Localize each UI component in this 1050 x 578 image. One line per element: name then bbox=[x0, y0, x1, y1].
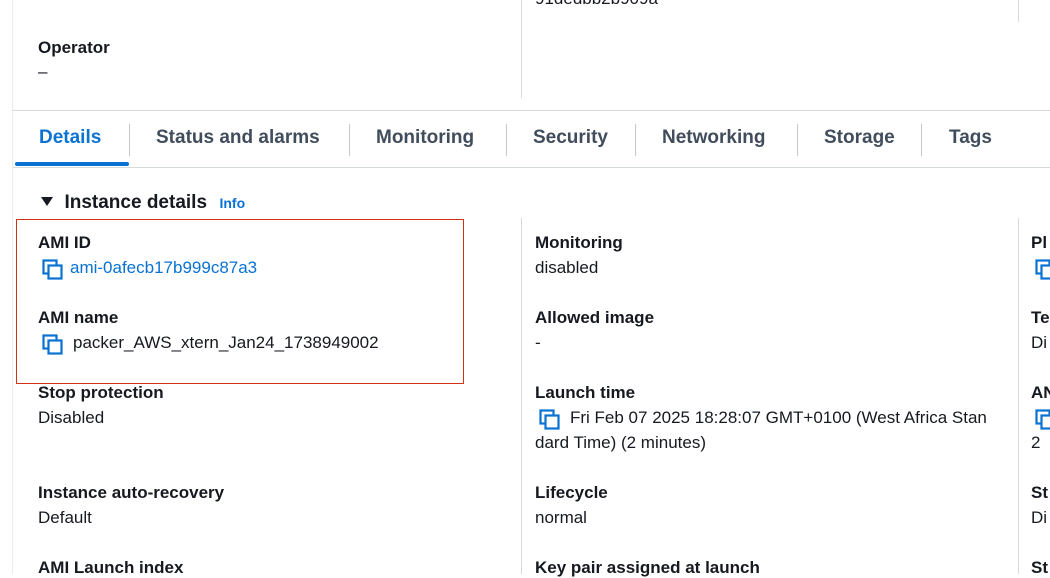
section-header[interactable]: Instance details Info bbox=[40, 192, 245, 214]
tab-separator bbox=[635, 124, 636, 156]
caret-down-icon bbox=[40, 194, 54, 212]
col3-value-3: 2 bbox=[1031, 433, 1040, 453]
launch-time-label: Launch time bbox=[535, 383, 635, 403]
lifecycle-value: normal bbox=[535, 508, 587, 528]
tabs-bottom-border bbox=[13, 167, 1050, 168]
copy-icon[interactable] bbox=[1035, 409, 1050, 430]
column-divider-1 bbox=[521, 218, 522, 574]
launch-time-value-line1: Fri Feb 07 2025 18:28:07 GMT+0100 (West … bbox=[570, 408, 987, 428]
col3-label-3: AN bbox=[1031, 383, 1050, 403]
auto-recovery-label: Instance auto-recovery bbox=[38, 483, 224, 503]
truncated-id-value: 91dedbb2b909a bbox=[535, 0, 658, 9]
col3-label-2: Te bbox=[1031, 308, 1050, 328]
tab-separator bbox=[506, 124, 507, 156]
allowed-image-label: Allowed image bbox=[535, 308, 654, 328]
launch-index-label: AMI Launch index bbox=[38, 558, 183, 578]
stop-protection-value: Disabled bbox=[38, 408, 104, 428]
tab-details-underline bbox=[15, 162, 129, 166]
column-3-clip: Pl Te Di AN 2 St Di St bbox=[1019, 218, 1050, 574]
col3-value-4: Di bbox=[1031, 508, 1047, 528]
info-link[interactable]: Info bbox=[219, 195, 245, 211]
monitoring-label: Monitoring bbox=[535, 233, 623, 253]
ami-id-label: AMI ID bbox=[38, 233, 91, 253]
monitoring-value: disabled bbox=[535, 258, 598, 278]
ami-name-label: AMI name bbox=[38, 308, 118, 328]
tab-details[interactable]: Details bbox=[39, 127, 101, 149]
tab-storage[interactable]: Storage bbox=[824, 127, 895, 149]
ami-name-value: packer_AWS_xtern_Jan24_1738949002 bbox=[73, 333, 379, 353]
stop-protection-label: Stop protection bbox=[38, 383, 164, 403]
top-divider-1 bbox=[521, 0, 522, 98]
copy-icon[interactable] bbox=[1035, 259, 1050, 280]
section-title: Instance details bbox=[64, 192, 207, 213]
allowed-image-value: - bbox=[535, 333, 541, 353]
tab-separator bbox=[129, 124, 130, 156]
tab-separator bbox=[797, 124, 798, 156]
panel-left-border bbox=[12, 0, 13, 574]
lifecycle-label: Lifecycle bbox=[535, 483, 608, 503]
launch-time-value-line2: dard Time) (2 minutes) bbox=[535, 433, 706, 453]
col3-label-1: Pl bbox=[1031, 233, 1047, 253]
tab-monitoring[interactable]: Monitoring bbox=[376, 127, 474, 149]
operator-label: Operator bbox=[38, 38, 110, 58]
tab-separator bbox=[921, 124, 922, 156]
auto-recovery-value: Default bbox=[38, 508, 92, 528]
tabs-top-border bbox=[13, 110, 1050, 111]
ami-id-link[interactable]: ami-0afecb17b999c87a3 bbox=[70, 258, 257, 278]
tab-status-and-alarms[interactable]: Status and alarms bbox=[156, 127, 320, 149]
copy-icon[interactable] bbox=[42, 334, 63, 355]
key-pair-label: Key pair assigned at launch bbox=[535, 558, 760, 578]
tab-security[interactable]: Security bbox=[533, 127, 608, 149]
col3-value-2: Di bbox=[1031, 333, 1047, 353]
col3-label-4: St bbox=[1031, 483, 1048, 503]
col3-label-5: St bbox=[1031, 558, 1048, 574]
tab-networking[interactable]: Networking bbox=[662, 127, 765, 149]
tab-separator bbox=[349, 124, 350, 156]
copy-icon[interactable] bbox=[42, 259, 63, 280]
tab-tags[interactable]: Tags bbox=[949, 127, 992, 149]
copy-icon[interactable] bbox=[539, 409, 560, 430]
operator-value: – bbox=[38, 62, 47, 82]
top-divider-2 bbox=[1018, 0, 1019, 22]
